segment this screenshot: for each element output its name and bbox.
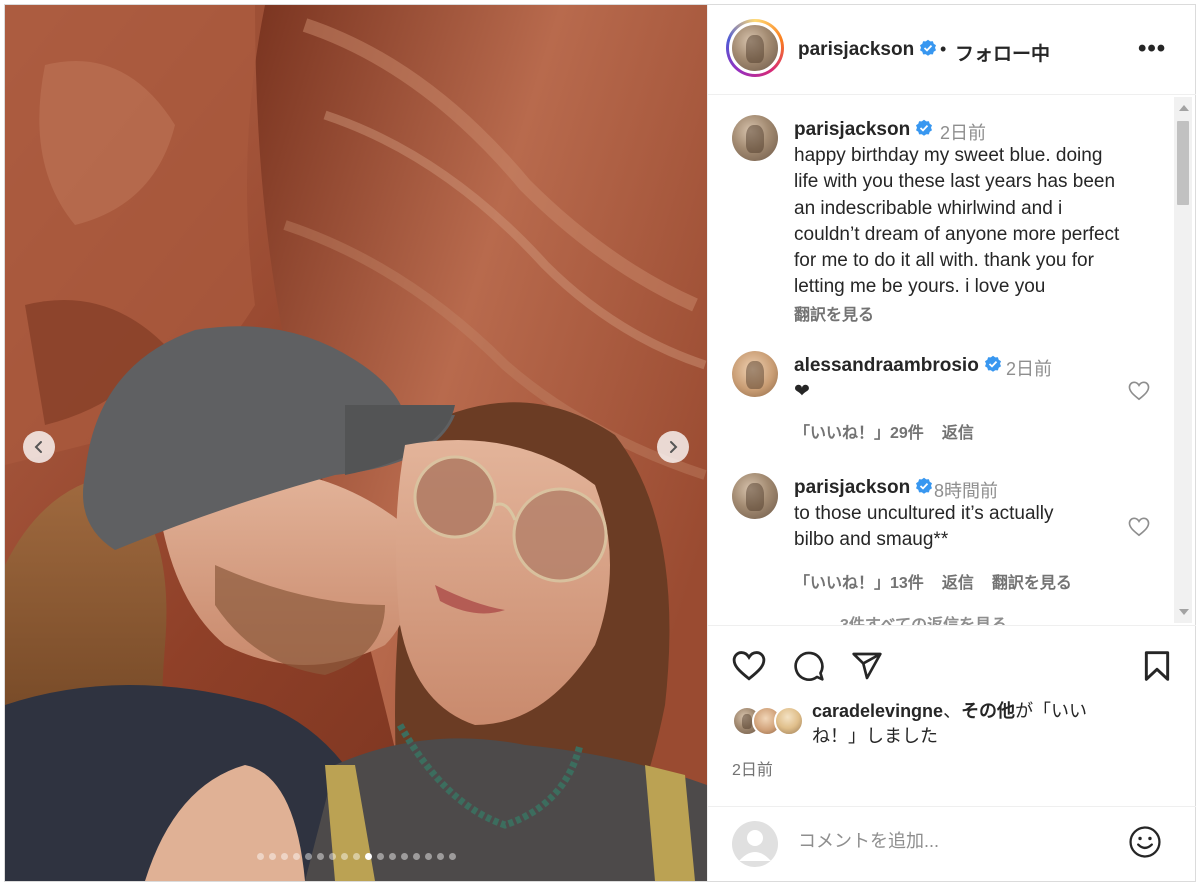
liker-username[interactable]: caradelevingne [812, 701, 943, 721]
carousel-dot [340, 853, 348, 860]
post-photo[interactable] [5, 5, 707, 881]
scroll-up-arrow-icon[interactable] [1179, 105, 1189, 111]
like-comment-heart-icon[interactable] [1128, 381, 1150, 401]
carousel-dot [424, 853, 432, 860]
liker-avatar [774, 706, 804, 736]
commenter-username[interactable]: alessandraambrosio [794, 355, 1002, 377]
likers-avatars[interactable] [732, 706, 812, 738]
verified-badge-icon [920, 39, 937, 56]
comments-scrollbar[interactable] [1174, 97, 1192, 623]
author-username[interactable]: parisjackson [798, 39, 937, 61]
caption-line: letting me be yours. i love you [794, 276, 1046, 298]
likes-separator: 、 [943, 701, 962, 721]
header-separator: • [940, 39, 947, 59]
comment-line: bilbo and smaug** [794, 529, 949, 551]
carousel-dot [400, 853, 408, 860]
post-actions: caradelevingne、その他が「いいね！」しました 2日前 [708, 625, 1196, 881]
view-replies-link[interactable]: 3件すべての返信を見る [790, 611, 1007, 625]
carousel-dot [292, 853, 300, 860]
share-send-icon[interactable] [850, 650, 884, 682]
scroll-down-arrow-icon[interactable] [1179, 609, 1189, 615]
caption-line: life with you these last years has been [794, 171, 1116, 193]
post-header: parisjackson • フォロー中 ••• [708, 5, 1196, 95]
caption-avatar[interactable] [732, 115, 778, 161]
caption-line: couldn’t dream of anyone more perfect [794, 223, 1120, 245]
caption-line: for me to do it all with. thank you for [794, 250, 1094, 272]
caption-line: an indescribable whirlwind and i [794, 197, 1063, 219]
comment-line: to those uncultured it’s actually [794, 503, 1054, 524]
others-link[interactable]: その他 [961, 701, 1015, 721]
carousel-dot [256, 853, 264, 860]
caption-translate-link[interactable]: 翻訳を見る [794, 301, 892, 325]
caption-text: happy birthday my sweet blue. doing life… [794, 143, 1154, 301]
comment-likes-count[interactable]: 「いいね！」13件 [794, 575, 924, 592]
comment-input[interactable] [798, 831, 1118, 852]
caption-line: happy birthday my sweet blue. doing [794, 145, 1103, 166]
likes-summary: caradelevingne、その他が「いいね！」しました [812, 699, 1142, 749]
chevron-left-icon [34, 441, 42, 453]
post-date[interactable]: 2日前 [732, 756, 773, 780]
more-options-button[interactable]: ••• [1138, 35, 1166, 63]
carousel-dot [364, 853, 372, 860]
save-bookmark-icon[interactable] [1142, 650, 1172, 682]
following-button[interactable]: フォロー中 [955, 39, 1050, 66]
carousel-prev-button[interactable] [23, 431, 55, 463]
commenter-username[interactable]: parisjackson [794, 477, 933, 499]
comment-time: 2日前 [1006, 359, 1053, 379]
commenter-avatar[interactable] [732, 473, 778, 519]
carousel-next-button[interactable] [657, 431, 689, 463]
emoji-icon[interactable] [1128, 825, 1162, 859]
current-user-avatar [732, 821, 778, 867]
carousel-dot [268, 853, 276, 860]
commenter-avatar[interactable] [732, 351, 778, 397]
carousel-dot [352, 853, 360, 860]
post-side-panel: parisjackson • フォロー中 ••• parisjackson 2日… [707, 5, 1196, 881]
carousel-dot [376, 853, 384, 860]
comment-likes-count[interactable]: 「いいね！」29件 [794, 425, 924, 442]
comment-icon[interactable] [792, 650, 826, 682]
carousel-dot [280, 853, 288, 860]
caption-time: 2日前 [940, 123, 987, 143]
comment-meta: 「いいね！」29件 返信 [794, 419, 992, 443]
post-frame: parisjackson • フォロー中 ••• parisjackson 2日… [4, 4, 1196, 882]
comments-list: parisjackson 2日前 happy birthday my sweet… [708, 95, 1196, 625]
comment-time: 8時間前 [934, 481, 999, 501]
chevron-right-icon [670, 441, 678, 453]
comment-text: to those uncultured it’s actually bilbo … [794, 501, 1154, 554]
likes-suffix: ね！」しました [812, 726, 938, 746]
reply-button[interactable]: 返信 [942, 425, 974, 442]
comment-text: ❤ [794, 381, 810, 402]
scrollbar-thumb[interactable] [1177, 121, 1189, 205]
reply-button[interactable]: 返信 [942, 575, 974, 592]
default-user-icon [739, 830, 771, 861]
author-avatar[interactable] [726, 19, 784, 77]
carousel-dot [448, 853, 456, 860]
caption-username[interactable]: parisjackson [794, 119, 933, 141]
carousel-indicator [5, 853, 707, 860]
carousel-dot [436, 853, 444, 860]
likes-suffix: が「いい [1015, 701, 1088, 721]
verified-badge-icon [916, 477, 933, 494]
like-heart-icon[interactable] [732, 650, 766, 682]
verified-badge-icon [984, 355, 1001, 372]
more-horizontal-icon: ••• [1138, 35, 1167, 62]
carousel-dot [304, 853, 312, 860]
like-comment-heart-icon[interactable] [1128, 517, 1150, 537]
photo-image [5, 5, 707, 881]
translate-link[interactable]: 翻訳を見る [992, 575, 1072, 592]
carousel-dot [388, 853, 396, 860]
carousel-dot [316, 853, 324, 860]
carousel-dot [328, 853, 336, 860]
carousel-dot [412, 853, 420, 860]
add-comment-bar [708, 806, 1196, 882]
verified-badge-icon [916, 119, 933, 136]
comment-meta: 「いいね！」13件 返信 翻訳を見る [794, 569, 1090, 593]
